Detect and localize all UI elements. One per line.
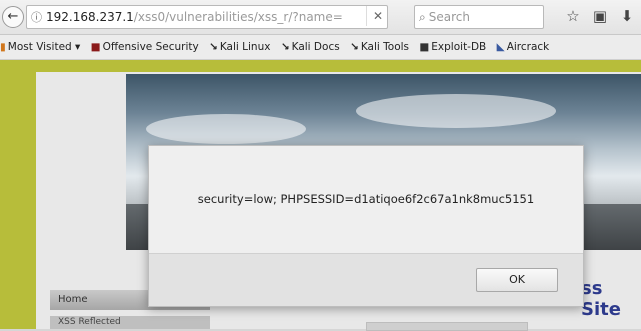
bookmark-folder-icon: ▮ — [0, 41, 6, 53]
aircrack-icon: ◣ — [496, 41, 505, 53]
bookmark-most-visited[interactable]: ▮ Most Visited ▾ — [0, 35, 80, 59]
bookmark-kali-tools[interactable]: ↘ Kali Tools — [350, 35, 409, 59]
bookmark-offensive-security[interactable]: ■ Offensive Security — [91, 35, 199, 59]
star-icon[interactable]: ☆ — [563, 6, 583, 26]
cloud-shape — [146, 114, 306, 144]
bookmarks-toolbar: ▮ Most Visited ▾ ■ Offensive Security ↘ Kal… — [0, 35, 641, 60]
bookmark-kali-docs[interactable]: ↘ Kali Docs — [281, 35, 340, 59]
search-placeholder: Search — [428, 10, 470, 24]
back-arrow-icon[interactable]: ← — [2, 6, 24, 28]
download-icon[interactable]: ⬇ — [617, 6, 637, 26]
browser-toolbar: ← ⓘ 192.168.237.1/xss0/vulnerabilities/xs… — [0, 0, 641, 35]
bookmark-kali-linux[interactable]: ↘ Kali Linux — [209, 35, 270, 59]
bookmark-aircrack[interactable]: ◣ Aircrack — [497, 35, 550, 59]
search-input[interactable]: ⌕ Search — [414, 5, 544, 29]
ok-button[interactable]: OK — [476, 268, 558, 292]
clipboard-icon[interactable]: ▣ — [590, 6, 610, 26]
sidebar-item-xss-reflected[interactable]: XSS Reflected — [50, 316, 210, 329]
kali-dragon-icon: ↘ — [350, 41, 359, 53]
page-info-icon[interactable]: ⓘ — [27, 11, 46, 24]
alert-message: security=low; PHPSESSID=d1atiqoe6f2c67a1… — [197, 192, 535, 206]
alert-footer: OK — [149, 253, 583, 306]
alert-dialog: security=low; PHPSESSID=d1atiqoe6f2c67a1… — [148, 145, 584, 307]
url-host: 192.168.237.1 — [46, 10, 134, 24]
bookmark-exploit-db[interactable]: ■ Exploit-DB — [419, 35, 486, 59]
search-icon: ⌕ — [419, 10, 426, 24]
content-box — [366, 322, 528, 331]
close-icon[interactable]: ✕ — [366, 6, 389, 26]
kali-dragon-icon: ↘ — [280, 41, 290, 53]
exploit-db-icon: ■ — [419, 41, 430, 53]
url-path: /xss0/vulnerabilities/xss_r/?name= — [133, 10, 343, 24]
site-title: ss Site — [581, 278, 621, 320]
url-bar[interactable]: ⓘ 192.168.237.1/xss0/vulnerabilities/xss_… — [26, 5, 388, 29]
cloud-shape — [356, 94, 556, 128]
kali-dragon-icon: ↘ — [209, 41, 218, 53]
offsec-icon: ■ — [90, 41, 101, 53]
